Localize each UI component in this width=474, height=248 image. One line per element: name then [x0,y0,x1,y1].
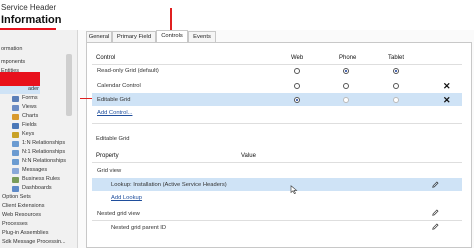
tab-primary-field[interactable]: Primary Field [112,31,156,42]
relationship-icon [12,158,19,165]
nav-item-entity-header[interactable]: ader [28,85,39,94]
mouse-cursor-icon [290,185,298,194]
message-icon [12,167,19,174]
remove-control-icon[interactable]: ✕ [443,96,451,105]
control-row-label: Calendar Control [97,83,141,89]
nav-item-processes[interactable]: Processes [2,220,28,229]
nav-item-information[interactable]: ormation [1,45,22,54]
key-icon [12,131,19,138]
section-title: Editable Grid [96,136,130,142]
view-icon [12,104,19,111]
nav-item-components[interactable]: mponents [1,58,25,67]
dashboard-icon [12,185,19,192]
form-icon [12,95,19,102]
control-row-label: Read-only Grid (default) [97,68,159,74]
solution-explorer-nav: ormation mponents Entities ader Forms Vi… [0,30,78,248]
selected-row-highlight [92,93,462,106]
entity-subtitle: Service Header [1,3,57,12]
value-column-header: Value [241,153,256,159]
phone-radio[interactable] [343,97,349,103]
divider [92,162,462,163]
redaction-block [0,72,40,86]
edit-pencil-icon[interactable] [432,209,439,216]
remove-control-icon[interactable]: ✕ [443,82,451,91]
add-lookup-link[interactable]: Add Lookup [111,195,142,201]
annotation-line [170,8,172,30]
web-column-header: Web [291,55,304,61]
nav-scrollbar[interactable] [66,54,72,116]
tablet-radio[interactable] [393,83,399,89]
nested-grid-view-label: Nested grid view [97,211,140,217]
relationship-icon [12,140,19,147]
edit-pencil-icon[interactable] [432,223,439,230]
grid-view-label: Grid view [97,168,122,174]
nav-item-client-extensions[interactable]: Client Extensions [2,202,45,211]
tab-events[interactable]: Events [188,31,216,42]
property-column-header: Property [96,153,119,159]
tab-general[interactable]: General [86,31,112,42]
page-title: Information [1,14,62,26]
control-row-label: Editable Grid [97,97,131,103]
add-control-link[interactable]: Add Control... [97,110,132,116]
chart-icon [12,113,19,120]
nav-item-plugin-assemblies[interactable]: Plug-in Assemblies [2,229,48,238]
app-header: Service Header Information [0,0,474,36]
tablet-radio[interactable] [393,97,399,103]
rule-icon [12,176,19,183]
edit-pencil-icon[interactable] [432,181,439,188]
nav-item-option-sets[interactable]: Option Sets [2,193,31,202]
tablet-radio[interactable] [393,68,399,74]
nested-grid-parent-id-label: Nested grid parent ID [111,225,167,231]
divider [92,64,462,65]
nav-item-sdk-message-processing[interactable]: Sdk Message Processin... [2,238,66,247]
relationship-icon [12,149,19,156]
tab-controls[interactable]: Controls [156,30,188,42]
web-radio[interactable] [294,83,300,89]
divider [92,220,462,221]
control-column-header: Control [96,55,116,61]
tablet-column-header: Tablet [388,55,405,61]
phone-column-header: Phone [339,55,357,61]
field-icon [12,122,19,129]
web-radio[interactable] [294,97,300,103]
lookup-row-label[interactable]: Lookup: Installation (Active Service Hea… [111,182,227,188]
phone-radio[interactable] [343,83,349,89]
nav-item-web-resources[interactable]: Web Resources [2,211,41,220]
phone-radio[interactable] [343,68,349,74]
divider [92,123,462,124]
web-radio[interactable] [294,68,300,74]
